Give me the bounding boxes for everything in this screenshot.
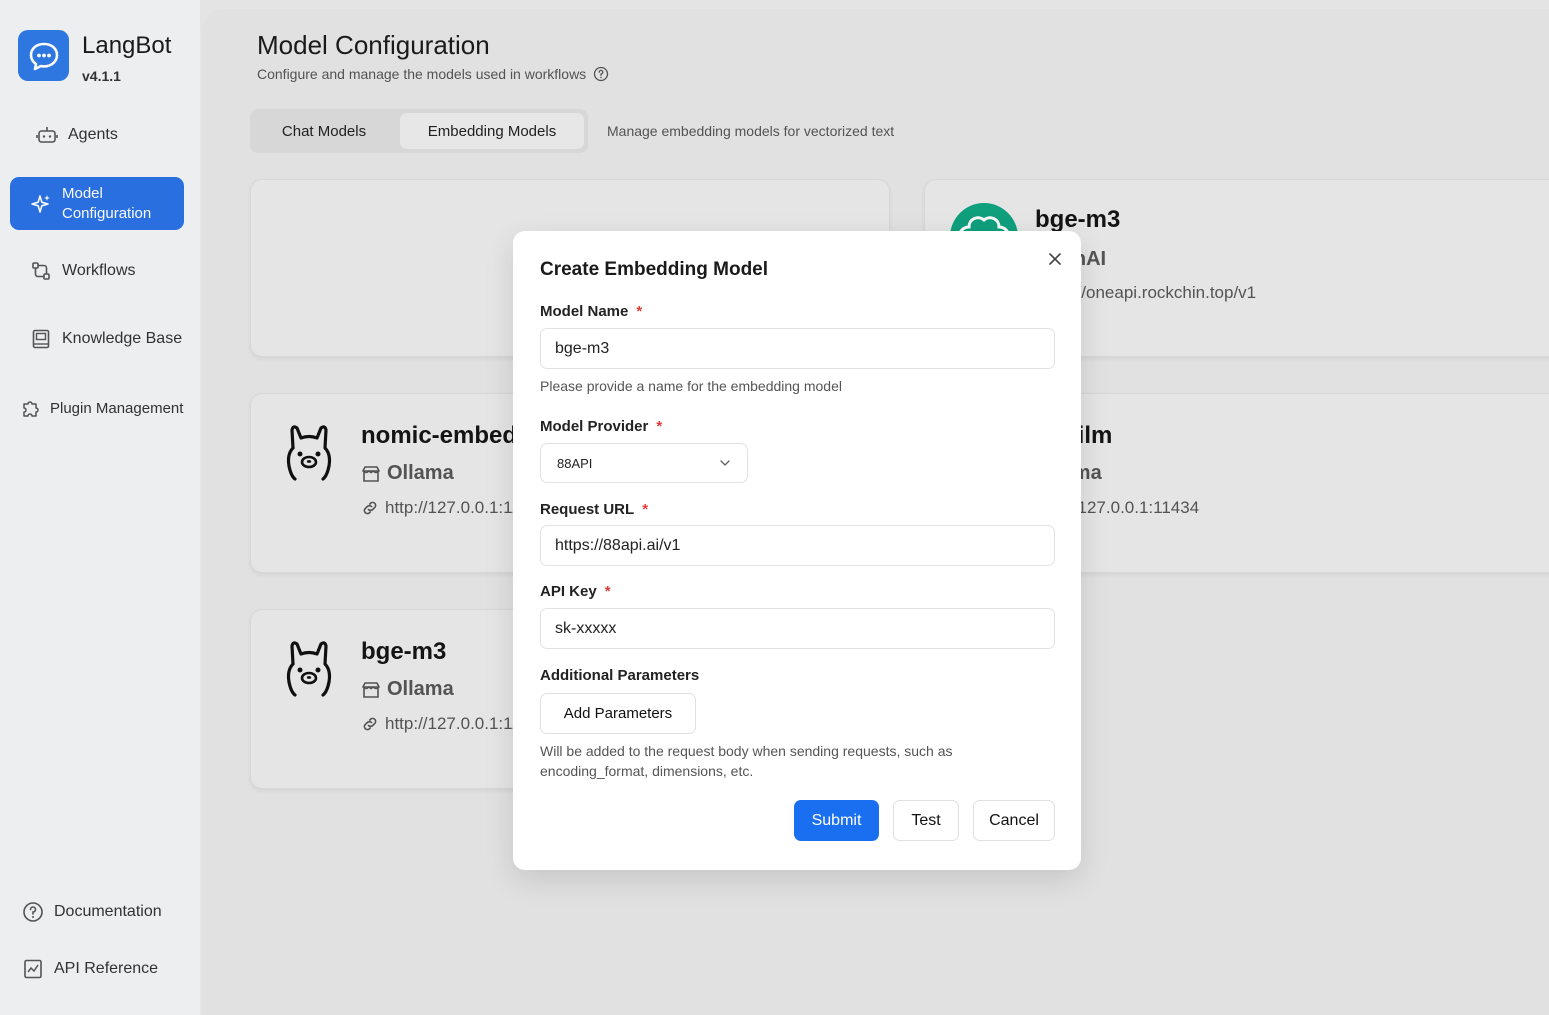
request-url-label: Request URL * [540, 501, 649, 518]
model-provider-label: Model Provider * [540, 418, 663, 435]
model-provider-value: 88API [557, 455, 593, 471]
required-mark: * [642, 501, 649, 518]
add-parameters-button[interactable]: Add Parameters [540, 693, 696, 734]
required-mark: * [604, 583, 611, 600]
api-key-input[interactable]: sk-xxxxx [540, 608, 1055, 649]
required-mark: * [656, 418, 663, 435]
additional-parameters-label: Additional Parameters [540, 667, 700, 684]
test-button[interactable]: Test [893, 800, 959, 841]
parameters-help: Will be added to the request body when s… [540, 743, 953, 779]
dialog-title: Create Embedding Model [540, 259, 769, 280]
api-key-label: API Key * [540, 583, 611, 600]
create-embedding-model-dialog: Create Embedding Model Model Name * bge-m… [513, 231, 1081, 870]
request-url-input[interactable]: https://88api.ai/v1 [540, 525, 1055, 566]
model-name-label: Model Name * [540, 303, 643, 320]
model-name-help: Please provide a name for the embedding … [540, 378, 842, 394]
required-mark: * [636, 303, 643, 320]
close-icon[interactable] [1045, 249, 1065, 269]
model-provider-select[interactable]: 88API [540, 443, 748, 483]
submit-button[interactable]: Submit [794, 800, 879, 841]
model-name-input[interactable]: bge-m3 [540, 328, 1055, 369]
cancel-button[interactable]: Cancel [973, 800, 1055, 841]
chevron-down-icon [720, 460, 730, 466]
